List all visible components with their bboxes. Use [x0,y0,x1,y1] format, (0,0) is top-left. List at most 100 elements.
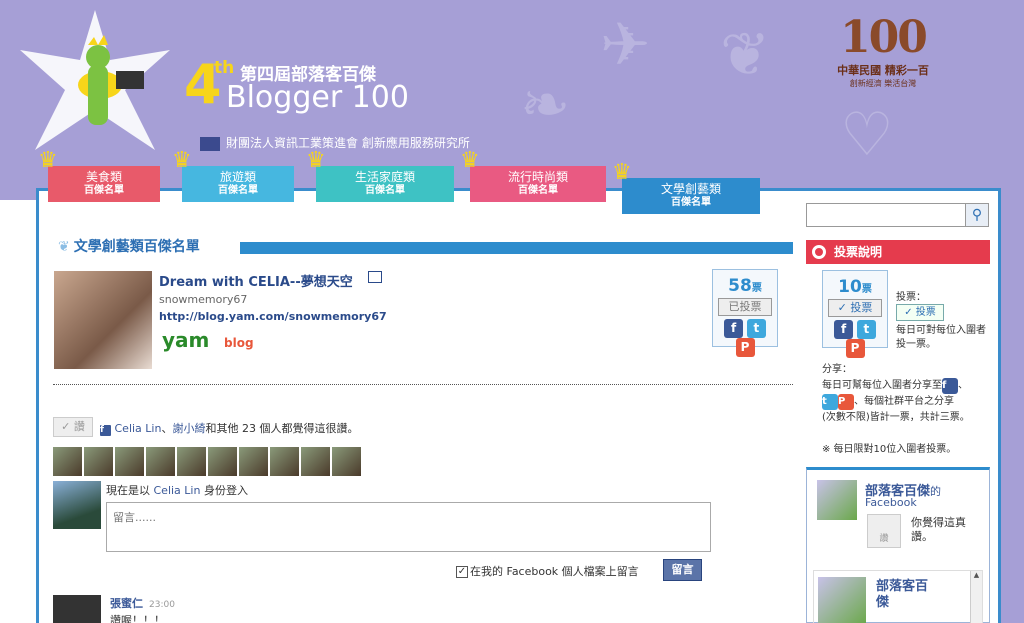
tab-sublabel: 百傑名單 [218,185,258,196]
share-rule-text: 每日可幫每位入圍者分享至 [822,380,942,391]
post-to-facebook-option[interactable]: ✓ 在我的 Facebook 個人檔案上留言 [456,563,639,579]
tab-literature-art[interactable]: ♛ 文學創藝類 百傑名單 [612,162,760,214]
fanpage-feed: 部落客百傑 ▲ [813,570,983,623]
blog-url-link[interactable]: http://blog.yam.com/snowmemory67 [159,310,387,323]
vote-count-number: 58 [728,276,752,296]
vote-count-unit: 票 [751,283,762,294]
liker-name[interactable]: 謝小綺 [172,422,205,435]
liker-avatar[interactable] [208,447,237,476]
logo-100-line1: 中華民國 精彩一百 [837,64,929,77]
vote-demo-count-unit: 票 [861,284,872,295]
twitter-icon: t [856,320,876,339]
tab-travel[interactable]: ♛ 旅遊類 百傑名單 [172,150,294,202]
fanpage-like-button[interactable]: 讚 [867,514,901,548]
vote-sample-label: 投票 [915,307,936,318]
tab-label: 文學創藝類 [660,182,721,196]
commenter-avatar[interactable] [53,595,101,623]
target-icon [812,245,826,259]
fanpage-facebook-link[interactable]: Facebook [865,496,917,509]
share-title: 分享： [822,364,852,375]
liker-avatar[interactable] [115,447,144,476]
liker-name[interactable]: Celia Lin [115,422,162,435]
login-user-name[interactable]: Celia Lin [154,484,201,497]
fanpage-avatar[interactable] [817,480,857,520]
like-button[interactable]: ✓ 讚 [53,417,93,437]
crown-icon: ♛ [612,160,632,185]
facebook-icon: f [100,425,111,436]
airplane-decoration: ✈ [600,10,651,80]
vote-demo-button: ✓ 投票 [828,299,882,317]
commenter-name-link[interactable]: 張蜜仁 [110,597,143,610]
login-status: 現在是以 Celia Lin 身份登入 [106,482,248,498]
post-to-facebook-checkbox[interactable]: ✓ [456,566,468,578]
brand-title-en: Blogger 100 [226,80,409,115]
crown-icon: ♛ [306,148,326,173]
vote-count: 58票 [713,276,777,296]
share-rule-line2: t P 、每個社群平台之分享 [822,394,992,410]
share-rules: 分享： 每日可幫每位入圍者分享至f、 t P 、每個社群平台之分享 (次數不限)皆計… [822,362,992,426]
liker-avatar[interactable] [177,447,206,476]
vote-demo-count: 10票 [823,277,887,297]
category-title: ❦ 文學創藝類百傑名單 [58,236,200,256]
blog-username: snowmemory67 [159,293,248,306]
vote-demo-button-label: 投票 [850,301,873,314]
mascot-logo[interactable] [10,5,180,155]
vote-demo-count-number: 10 [838,277,862,297]
liker-avatar[interactable] [146,447,175,476]
vote-panel: 58票 已投票 f t P [712,269,778,357]
comment-input[interactable] [106,502,711,552]
post-comment-button[interactable]: 留言 [663,559,702,581]
logo-100-number: 100 [840,12,928,63]
roc-100-logo[interactable]: 100 中華民國 精彩一百 創新經濟 樂活台灣 [828,14,938,94]
liker-avatar[interactable] [84,447,113,476]
blogger-avatar[interactable] [54,271,152,369]
comment-time: 23:00 [149,600,175,610]
tab-sublabel: 百傑名單 [84,185,124,196]
comment-text: 讚喔！！！ [110,614,165,623]
search-button[interactable]: ⚲ [965,203,989,227]
tab-family[interactable]: ♛ 生活家庭類 百傑名單 [306,150,454,202]
fanpage-post-title[interactable]: 部落客百傑 [876,579,936,611]
liker-avatar[interactable] [332,447,361,476]
share-rule-text: 、每個社群平台之分享 [854,396,954,407]
plurk-icon: P [845,339,865,358]
vote-label: 投票： [896,292,926,303]
feed-scrollbar[interactable]: ▲ [970,571,982,623]
like-button-label: 讚 [73,420,85,433]
scroll-up-arrow[interactable]: ▲ [971,571,982,579]
butterfly-decoration: ❦ [720,20,771,90]
facebook-share-icon[interactable]: f [724,319,744,338]
fanpage-post-avatar[interactable] [818,577,866,623]
liker-avatar[interactable] [270,447,299,476]
tab-food[interactable]: ♛ 美食類 百傑名單 [38,150,160,202]
facebook-icon: f [834,320,854,339]
facebook-like-box: 部落客百傑 的 Facebook 讚 你覺得這真讚。 部落客百傑 ▲ [806,467,990,623]
yam-logo[interactable]: yam [162,328,209,352]
twitter-share-icon[interactable]: t [746,319,766,338]
share-demo-icons: f t P [823,320,887,358]
twitter-icon: t [822,394,838,410]
share-rule-line1: 每日可幫每位入圍者分享至f、 [822,378,992,394]
blog-title-link[interactable]: Dream with CELIA--夢想天空 [159,271,353,290]
tab-fashion[interactable]: ♛ 流行時尚類 百傑名單 [460,150,606,202]
category-title-bar [240,242,793,254]
yam-blog-logo[interactable]: blog [224,336,254,350]
voted-button[interactable]: 已投票 [718,298,772,316]
section-divider [53,384,793,385]
crown-icon: ♛ [38,148,58,173]
organizer-text: 財團法人資訊工業策進會 創新應用服務研究所 [226,136,470,150]
open-window-icon[interactable] [368,271,382,283]
fanpage-like-text: 你覺得這真讚。 [911,516,966,543]
liker-avatar[interactable] [53,447,82,476]
liker-avatar[interactable] [301,447,330,476]
login-suffix: 身份登入 [203,484,248,497]
search-input[interactable] [806,203,966,227]
feather-icon: ❦ [58,239,70,255]
liker-avatar[interactable] [239,447,268,476]
crown-icon: ♛ [460,148,480,173]
plurk-share-icon[interactable]: P [735,338,755,357]
search-icon: ⚲ [971,207,983,223]
brand-superscript: th [214,58,235,78]
plurk-icon: P [838,394,854,410]
tab-label: 流行時尚類 [507,170,568,184]
